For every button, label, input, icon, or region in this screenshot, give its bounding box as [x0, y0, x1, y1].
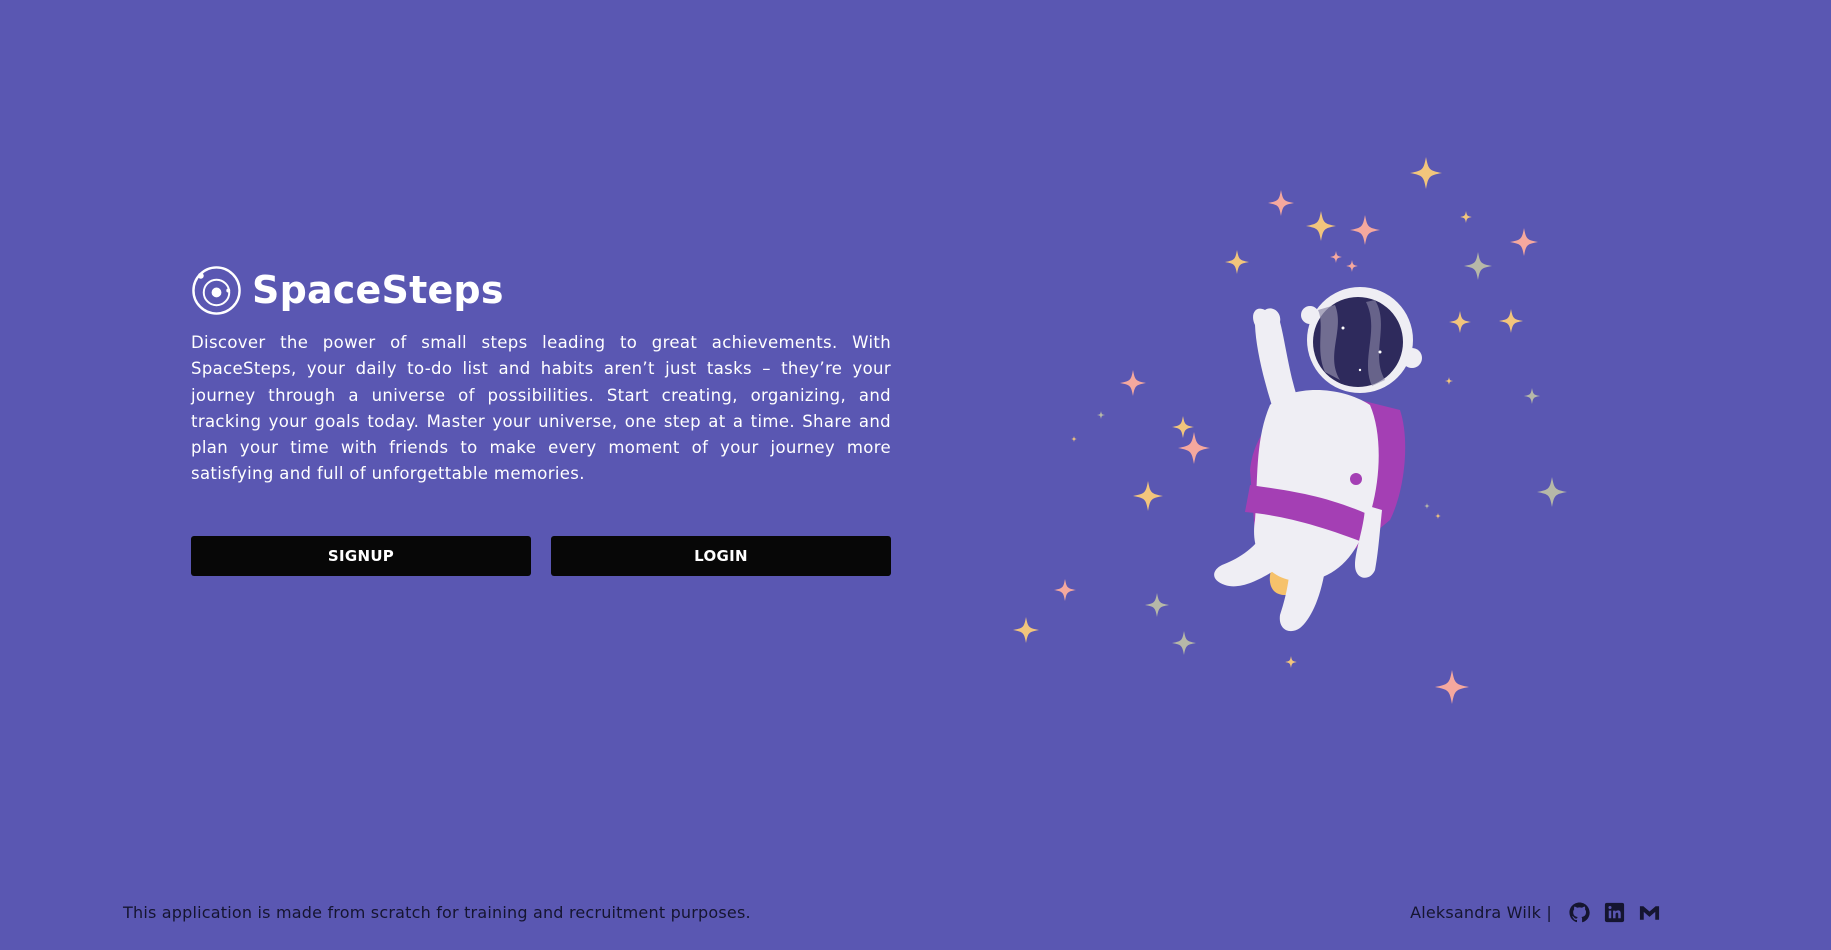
- linkedin-icon[interactable]: [1603, 901, 1626, 924]
- star-icon: [1133, 481, 1163, 511]
- footer-credits: Aleksandra Wilk |: [1410, 901, 1661, 924]
- login-button[interactable]: LOGIN: [551, 535, 891, 576]
- star-icon: [1120, 370, 1146, 396]
- hero-description: Discover the power of small steps leadin…: [191, 333, 891, 484]
- star-icon: [1424, 503, 1430, 509]
- star-icon: [1225, 250, 1249, 274]
- author-name: Aleksandra Wilk |: [1410, 903, 1552, 922]
- star-icon: [1445, 377, 1453, 385]
- star-icon: [1172, 416, 1194, 438]
- star-icon: [1306, 211, 1336, 241]
- footer-note: This application is made from scratch fo…: [123, 903, 751, 922]
- star-icon: [1410, 157, 1442, 189]
- star-icon: [1350, 215, 1380, 245]
- star-icon: [1435, 513, 1441, 519]
- star-icon: [1499, 309, 1523, 333]
- star-icon: [1330, 251, 1342, 263]
- star-icon: [1346, 260, 1358, 272]
- orbit-logo-icon: [192, 265, 241, 315]
- star-icon: [1013, 617, 1039, 643]
- astronaut-figure: [1214, 287, 1422, 632]
- star-icon: [1510, 228, 1538, 256]
- star-icon: [1464, 252, 1492, 280]
- github-icon[interactable]: [1568, 901, 1591, 924]
- star-icon: [1449, 311, 1471, 333]
- signup-button[interactable]: SIGNUP: [191, 535, 531, 576]
- star-icon: [1524, 388, 1540, 404]
- star-icon: [1054, 579, 1076, 601]
- star-icon: [1145, 593, 1169, 617]
- star-icon: [1285, 656, 1297, 668]
- star-icon: [1268, 190, 1294, 216]
- star-icon: [1172, 631, 1196, 655]
- brand: SpaceSteps: [191, 262, 891, 318]
- gmail-icon[interactable]: [1638, 901, 1661, 924]
- astronaut-illustration: [1013, 157, 1567, 704]
- star-icon: [1097, 411, 1105, 419]
- star-icon: [1435, 670, 1469, 704]
- hero-section: SpaceSteps Discover the power of small s…: [191, 262, 891, 576]
- star-icon: [1460, 211, 1472, 223]
- star-icon: [1537, 477, 1567, 507]
- app-title: SpaceSteps: [252, 268, 504, 312]
- auth-actions: SIGNUP LOGIN: [191, 535, 891, 576]
- star-icon: [1071, 436, 1077, 442]
